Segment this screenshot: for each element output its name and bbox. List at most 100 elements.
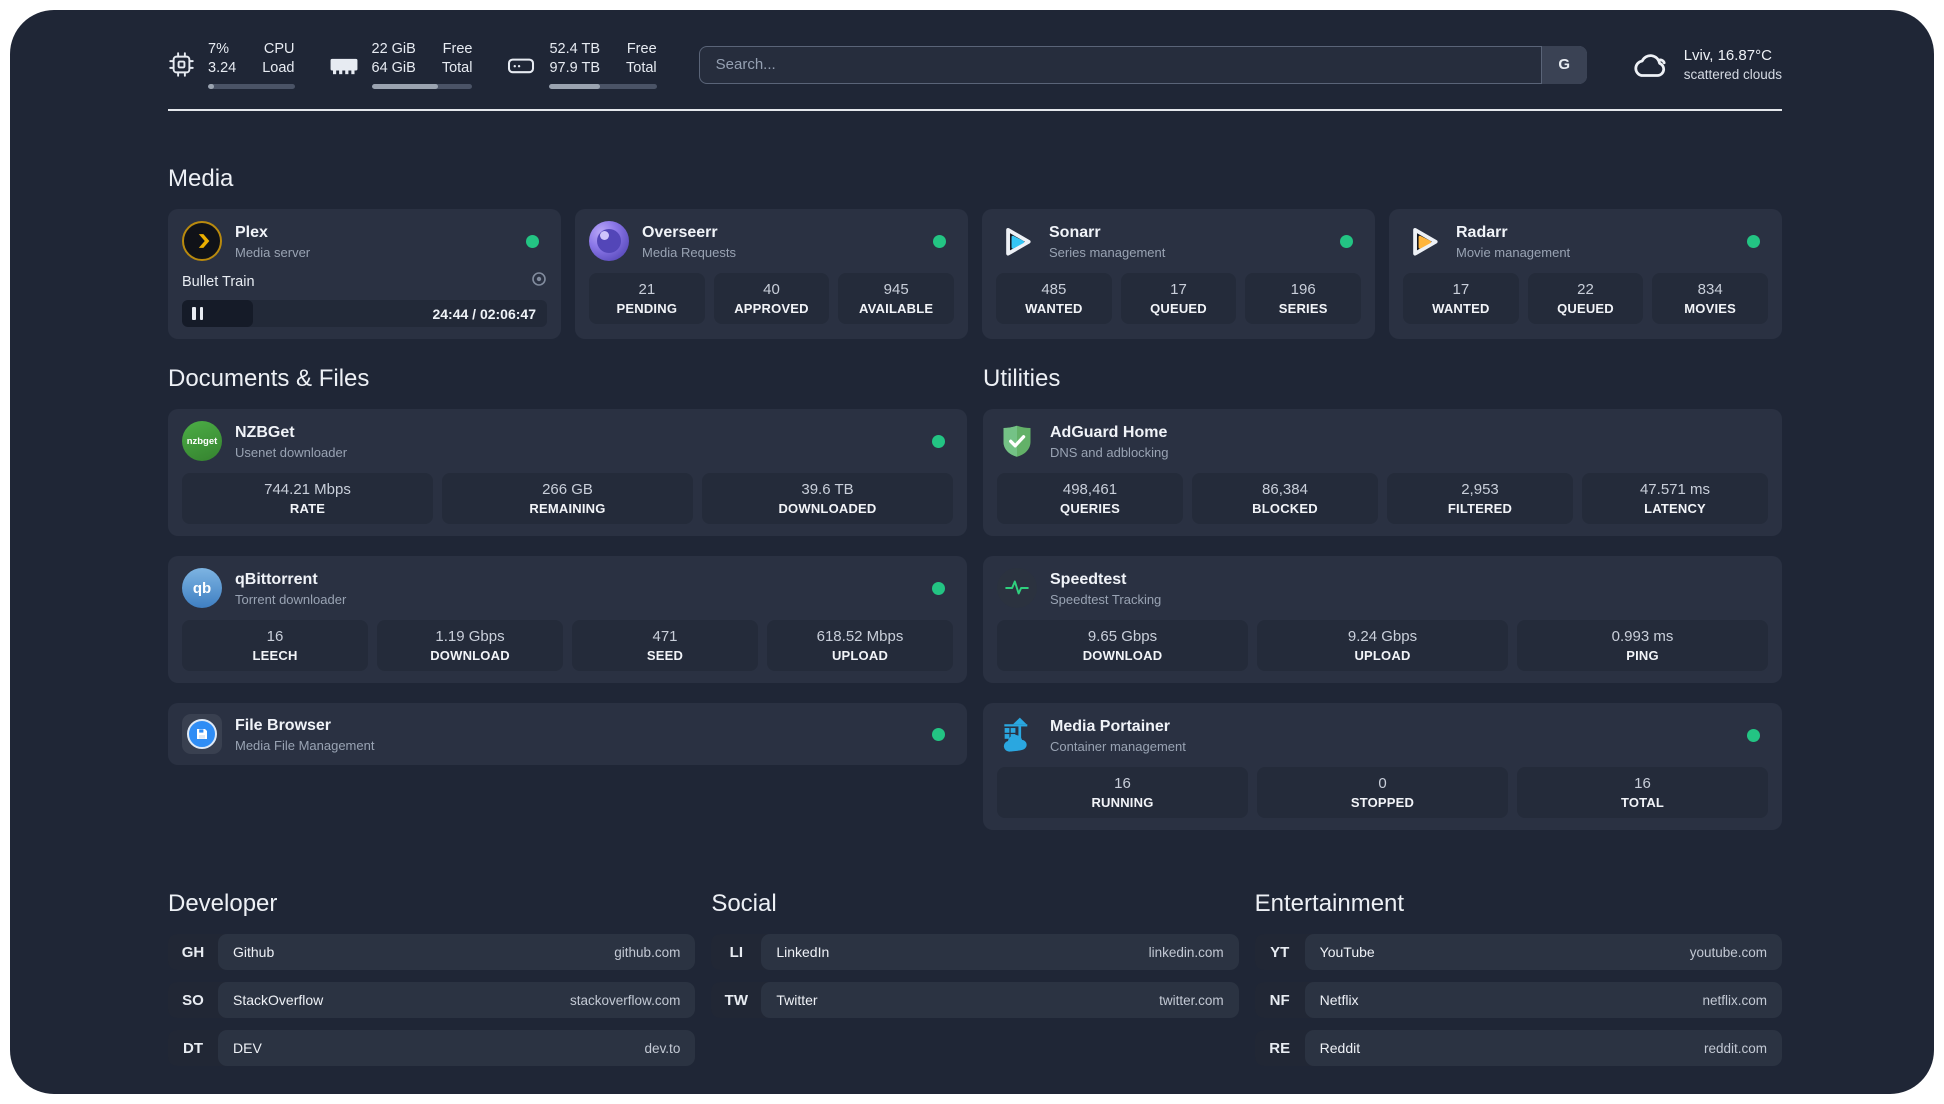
stat-box: 834 MOVIES bbox=[1652, 273, 1768, 324]
service-card-portainer[interactable]: Media Portainer Container management 16 … bbox=[983, 703, 1782, 830]
stat-value: 485 bbox=[1041, 281, 1067, 298]
service-card-sonarr[interactable]: Sonarr Series management 485 WANTED 17 Q… bbox=[982, 209, 1375, 339]
stat-box: 266 GB REMAINING bbox=[442, 473, 693, 524]
status-online-dot bbox=[526, 234, 539, 248]
media-card-grid: Plex Media server Bullet Train 24:44 / 0… bbox=[168, 209, 1782, 339]
stat-value: 834 bbox=[1697, 281, 1723, 298]
bookmark-abbr: LI bbox=[729, 943, 743, 961]
stat-value: 86,384 bbox=[1262, 481, 1308, 498]
service-card-nzbget[interactable]: nzbget NZBGet Usenet downloader 744.21 M… bbox=[168, 409, 967, 536]
bookmark-abbr: RE bbox=[1269, 1039, 1291, 1057]
bookmark-link-linkedin[interactable]: LI LinkedIn linkedin.com bbox=[711, 934, 1239, 970]
bookmark-group-social: Social LI LinkedIn linkedin.com TW Twitte… bbox=[711, 890, 1239, 1066]
bookmark-group-entertainment: Entertainment YT YouTube youtube.com NF N… bbox=[1254, 890, 1782, 1066]
search-engine-button[interactable]: G bbox=[1540, 45, 1587, 84]
bookmark-link-twitter[interactable]: TW Twitter twitter.com bbox=[711, 982, 1239, 1018]
playback-progress-bar[interactable]: 24:44 / 02:06:47 bbox=[182, 300, 547, 327]
service-card-radarr[interactable]: Radarr Movie management 17 WANTED 22 QUE… bbox=[1389, 209, 1782, 339]
stat-box: 9.24 Gbps UPLOAD bbox=[1257, 620, 1508, 671]
disk-free-label: Free bbox=[626, 41, 657, 57]
stat-box: 498,461 QUERIES bbox=[997, 473, 1183, 524]
bookmark-link-youtube[interactable]: YT YouTube youtube.com bbox=[1254, 934, 1782, 970]
bookmark-name: Netflix bbox=[1319, 992, 1359, 1008]
service-description: Series management bbox=[1049, 244, 1166, 260]
stat-label: TOTAL bbox=[1620, 795, 1665, 810]
search-input[interactable] bbox=[698, 45, 1587, 84]
utilities-column: Utilities AdGuard Home DNS and adblockin… bbox=[983, 365, 1782, 830]
memory-total-value: 64 GiB bbox=[371, 60, 416, 76]
stat-value: 17 bbox=[1170, 281, 1187, 298]
status-online-dot bbox=[1747, 728, 1760, 742]
stat-box: 0.993 ms PING bbox=[1517, 620, 1768, 671]
stat-label: SERIES bbox=[1278, 301, 1328, 316]
bookmark-link-reddit[interactable]: RE Reddit reddit.com bbox=[1254, 1030, 1782, 1066]
stat-box: 196 SERIES bbox=[1245, 273, 1361, 324]
service-description: Movie management bbox=[1456, 244, 1571, 260]
stat-value: 9.65 Gbps bbox=[1087, 628, 1158, 645]
stat-box: 0 STOPPED bbox=[1257, 767, 1508, 818]
cpu-load-value: 3.24 bbox=[208, 60, 237, 76]
section-title-media: Media bbox=[168, 165, 234, 192]
bookmark-url: netflix.com bbox=[1702, 992, 1767, 1008]
stat-label: DOWNLOAD bbox=[430, 648, 510, 663]
documents-column: Documents & Files nzbget NZBGet Usenet d… bbox=[168, 365, 967, 830]
cpu-stat: 7% 3.24 CPU Load bbox=[168, 40, 295, 89]
disk-free-value: 52.4 TB bbox=[549, 41, 601, 57]
filebrowser-icon bbox=[182, 714, 222, 754]
stat-value: 945 bbox=[883, 281, 909, 298]
stat-box: 22 QUEUED bbox=[1527, 273, 1644, 324]
service-name: Plex bbox=[235, 223, 268, 241]
bookmark-name: StackOverflow bbox=[233, 992, 324, 1008]
stat-label: DOWNLOADED bbox=[778, 501, 877, 516]
bookmark-url: stackoverflow.com bbox=[570, 992, 681, 1008]
service-description: DNS and adblocking bbox=[1050, 444, 1169, 460]
stat-value: 2,953 bbox=[1461, 481, 1499, 498]
cpu-usage-value: 7% bbox=[208, 41, 229, 57]
service-description: Torrent downloader bbox=[235, 591, 347, 607]
now-playing-title: Bullet Train bbox=[182, 273, 255, 290]
bookmark-abbr: SO bbox=[182, 991, 204, 1009]
stat-box: 21 PENDING bbox=[589, 273, 705, 324]
pause-icon[interactable] bbox=[192, 307, 203, 320]
bookmark-url: linkedin.com bbox=[1148, 944, 1224, 960]
section-title-social: Social bbox=[711, 890, 777, 917]
service-card-plex[interactable]: Plex Media server Bullet Train 24:44 / 0… bbox=[168, 209, 561, 339]
header-divider bbox=[168, 109, 1782, 111]
portainer-icon bbox=[997, 715, 1037, 755]
cpu-icon bbox=[168, 51, 195, 78]
service-card-qbittorrent[interactable]: qb qBittorrent Torrent downloader 16 LEE… bbox=[168, 556, 967, 683]
service-name: NZBGet bbox=[235, 423, 295, 441]
service-description: Usenet downloader bbox=[235, 444, 348, 460]
stat-label: LATENCY bbox=[1644, 501, 1706, 516]
stat-box: 86,384 BLOCKED bbox=[1192, 473, 1378, 524]
service-card-adguard[interactable]: AdGuard Home DNS and adblocking 498,461 … bbox=[983, 409, 1782, 536]
stat-label: REMAINING bbox=[529, 501, 606, 516]
stat-value: 0 bbox=[1378, 775, 1387, 792]
status-online-dot bbox=[932, 727, 945, 741]
stat-box: 39.6 TB DOWNLOADED bbox=[702, 473, 953, 524]
bookmark-link-dev[interactable]: DT DEV dev.to bbox=[168, 1030, 696, 1066]
stat-box: 16 TOTAL bbox=[1517, 767, 1768, 818]
dashboard-root: 7% 3.24 CPU Load 22 GiB 64 GiB Free Tota… bbox=[10, 10, 1934, 1094]
stat-label: QUEUED bbox=[1150, 301, 1207, 316]
status-online-dot bbox=[932, 434, 945, 448]
weather-widget: Lviv, 16.87°C scattered clouds bbox=[1629, 46, 1782, 84]
bookmark-group-developer: Developer GH Github github.com SO StackOv… bbox=[168, 890, 696, 1066]
cpu-label: CPU bbox=[263, 41, 295, 57]
service-name: Speedtest bbox=[1050, 570, 1127, 588]
service-card-speedtest[interactable]: Speedtest Speedtest Tracking 9.65 Gbps D… bbox=[983, 556, 1782, 683]
bookmark-link-netflix[interactable]: NF Netflix netflix.com bbox=[1254, 982, 1782, 1018]
service-card-filebrowser[interactable]: File Browser Media File Management bbox=[168, 703, 967, 765]
service-description: Media server bbox=[235, 244, 311, 260]
stat-value: 618.52 Mbps bbox=[816, 628, 904, 645]
service-card-overseerr[interactable]: Overseerr Media Requests 21 PENDING 40 A… bbox=[575, 209, 968, 339]
stat-box: 471 SEED bbox=[572, 620, 758, 671]
bookmark-link-github[interactable]: GH Github github.com bbox=[168, 934, 696, 970]
status-online-dot bbox=[933, 234, 946, 248]
stat-box: 47.571 ms LATENCY bbox=[1582, 473, 1768, 524]
section-title-developer: Developer bbox=[168, 890, 278, 917]
sonarr-icon bbox=[996, 221, 1036, 261]
bookmark-link-stackoverflow[interactable]: SO StackOverflow stackoverflow.com bbox=[168, 982, 696, 1018]
stat-box: 485 WANTED bbox=[996, 273, 1112, 324]
service-name: Sonarr bbox=[1049, 223, 1101, 241]
